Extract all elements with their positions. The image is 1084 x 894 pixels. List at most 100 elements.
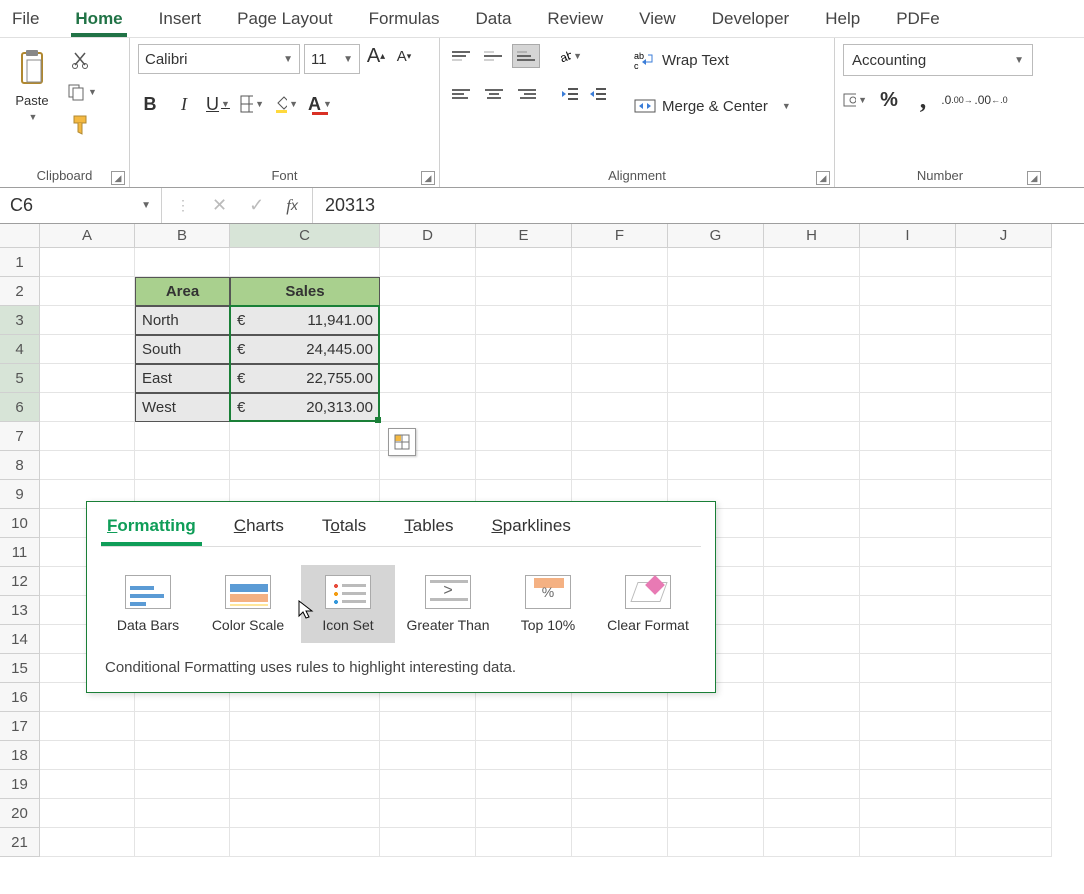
cell[interactable]	[40, 712, 135, 741]
cell[interactable]	[764, 770, 860, 799]
cell[interactable]	[135, 799, 230, 828]
cell[interactable]	[40, 451, 135, 480]
cell[interactable]	[956, 799, 1052, 828]
insert-function-button[interactable]: fx	[284, 194, 300, 218]
cell[interactable]	[668, 335, 764, 364]
row-header-1[interactable]: 1	[0, 248, 40, 277]
cell[interactable]	[860, 596, 956, 625]
ribbon-tab-data[interactable]: Data	[474, 7, 514, 37]
cell[interactable]	[668, 712, 764, 741]
cell[interactable]	[476, 248, 572, 277]
cell[interactable]	[764, 451, 860, 480]
cell[interactable]	[956, 509, 1052, 538]
row-header-5[interactable]: 5	[0, 364, 40, 393]
cell[interactable]	[764, 248, 860, 277]
cell[interactable]	[572, 741, 668, 770]
cell[interactable]	[40, 306, 135, 335]
qa-tab-tables[interactable]: Tables	[402, 516, 455, 546]
align-top-button[interactable]	[448, 44, 476, 68]
align-left-button[interactable]	[448, 82, 476, 106]
cell[interactable]	[40, 770, 135, 799]
cell[interactable]	[956, 596, 1052, 625]
cell[interactable]	[40, 741, 135, 770]
decrease-decimal-button[interactable]: .00←.0	[979, 88, 1003, 112]
fill-color-button[interactable]: ▼	[274, 92, 298, 116]
cell[interactable]	[380, 741, 476, 770]
cell[interactable]	[135, 451, 230, 480]
row-header-2[interactable]: 2	[0, 277, 40, 306]
column-header-F[interactable]: F	[572, 224, 668, 248]
column-header-E[interactable]: E	[476, 224, 572, 248]
cell[interactable]	[668, 799, 764, 828]
cell[interactable]	[860, 712, 956, 741]
cell[interactable]	[380, 393, 476, 422]
cell[interactable]	[860, 277, 956, 306]
increase-font-button[interactable]: A▴	[364, 44, 388, 68]
qa-option-data-bars[interactable]: Data Bars	[101, 565, 195, 643]
ribbon-tab-file[interactable]: File	[10, 7, 41, 37]
cell[interactable]	[476, 277, 572, 306]
align-middle-button[interactable]	[480, 44, 508, 68]
formula-input[interactable]: 20313	[313, 188, 1084, 223]
cell[interactable]	[668, 422, 764, 451]
column-header-H[interactable]: H	[764, 224, 860, 248]
wrap-text-button[interactable]: abcWrap Text	[628, 44, 797, 76]
cell[interactable]	[40, 828, 135, 857]
cell[interactable]	[572, 422, 668, 451]
row-header-16[interactable]: 16	[0, 683, 40, 712]
cell[interactable]	[476, 828, 572, 857]
font-color-button[interactable]: A▼	[308, 92, 332, 116]
column-header-B[interactable]: B	[135, 224, 230, 248]
cell[interactable]	[572, 799, 668, 828]
cell[interactable]	[860, 480, 956, 509]
cell[interactable]	[668, 451, 764, 480]
table-cell-area[interactable]: South	[135, 335, 230, 364]
cell[interactable]	[860, 538, 956, 567]
row-header-20[interactable]: 20	[0, 799, 40, 828]
cell[interactable]	[860, 770, 956, 799]
cell[interactable]	[764, 422, 860, 451]
copy-button[interactable]: ▼	[64, 80, 99, 104]
cell[interactable]	[572, 335, 668, 364]
row-header-9[interactable]: 9	[0, 480, 40, 509]
row-header-12[interactable]: 12	[0, 567, 40, 596]
cell[interactable]	[764, 799, 860, 828]
cell[interactable]	[668, 364, 764, 393]
cell[interactable]	[956, 625, 1052, 654]
cell[interactable]	[668, 248, 764, 277]
enter-formula-button[interactable]: ✓	[247, 193, 266, 218]
cell[interactable]	[380, 828, 476, 857]
cell[interactable]	[956, 480, 1052, 509]
cell[interactable]	[956, 335, 1052, 364]
format-painter-button[interactable]	[64, 112, 99, 138]
cell[interactable]	[668, 393, 764, 422]
cell[interactable]	[956, 567, 1052, 596]
cell[interactable]	[956, 683, 1052, 712]
table-cell-sales[interactable]: €11,941.00	[230, 306, 380, 335]
cell[interactable]	[860, 654, 956, 683]
cell[interactable]	[956, 712, 1052, 741]
increase-decimal-button[interactable]: .0.00→	[945, 88, 969, 112]
cell[interactable]	[860, 393, 956, 422]
clipboard-launcher-icon[interactable]: ◢	[111, 171, 125, 185]
cell[interactable]	[956, 248, 1052, 277]
row-header-11[interactable]: 11	[0, 538, 40, 567]
cell[interactable]	[860, 625, 956, 654]
borders-button[interactable]: ▼	[240, 92, 264, 116]
ribbon-tab-pdfe[interactable]: PDFe	[894, 7, 941, 37]
cell[interactable]	[230, 422, 380, 451]
cell[interactable]	[476, 364, 572, 393]
cell[interactable]	[40, 277, 135, 306]
cell[interactable]	[860, 335, 956, 364]
comma-style-button[interactable]: ,	[911, 88, 935, 112]
cell[interactable]	[956, 770, 1052, 799]
cell[interactable]	[860, 364, 956, 393]
ribbon-tab-view[interactable]: View	[637, 7, 678, 37]
cell[interactable]	[572, 451, 668, 480]
cell[interactable]	[956, 828, 1052, 857]
row-header-15[interactable]: 15	[0, 654, 40, 683]
table-cell-sales[interactable]: €22,755.00	[230, 364, 380, 393]
cell[interactable]	[230, 770, 380, 799]
row-header-7[interactable]: 7	[0, 422, 40, 451]
cell[interactable]	[230, 799, 380, 828]
